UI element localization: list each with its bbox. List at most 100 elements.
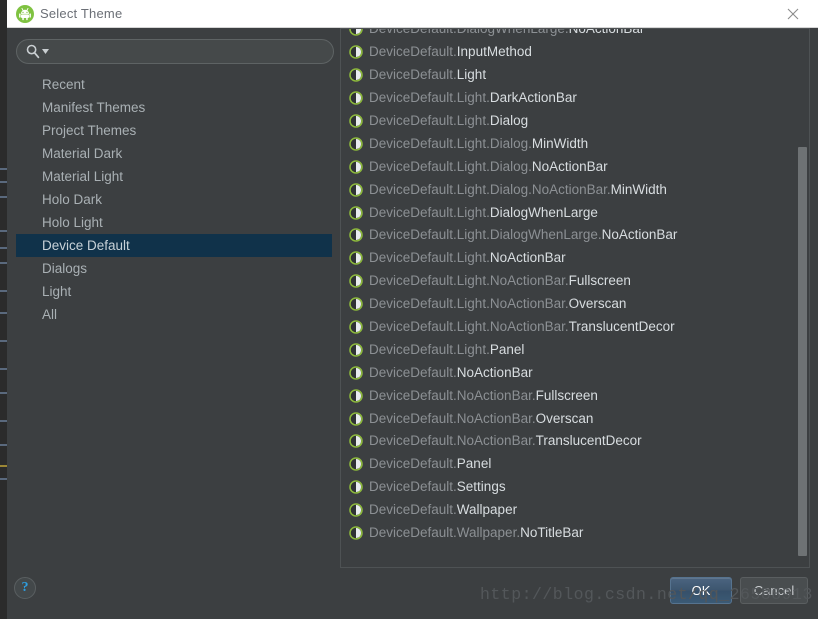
- theme-contrast-icon: [349, 434, 363, 449]
- theme-contrast-icon: [349, 137, 363, 151]
- theme-list-item[interactable]: DeviceDefault.Light.Panel: [341, 338, 797, 361]
- dialog-titlebar: Select Theme: [7, 0, 818, 28]
- theme-list-item-label: DeviceDefault.Light.Dialog.NoActionBar.M…: [369, 181, 667, 197]
- theme-list-item-label: DeviceDefault.NoActionBar: [369, 364, 533, 380]
- theme-list-item-label: DeviceDefault.Light.Dialog: [369, 113, 529, 128]
- theme-contrast-icon: [349, 114, 363, 128]
- theme-contrast-icon: [349, 526, 363, 540]
- theme-contrast-icon: [349, 388, 363, 403]
- theme-list-item[interactable]: DeviceDefault.Light.DialogWhenLarge: [341, 201, 797, 224]
- theme-list-item[interactable]: DeviceDefault.NoActionBar: [341, 361, 797, 384]
- theme-list-item-label: DeviceDefault.Wallpaper.NoTitleBar: [369, 525, 584, 541]
- theme-list-item[interactable]: DeviceDefault.NoActionBar.Fullscreen: [341, 384, 797, 407]
- theme-contrast-icon: [349, 68, 363, 83]
- theme-list-item-label: DeviceDefault.Light.Dialog.MinWidth: [369, 135, 589, 151]
- sidebar-item-manifest-themes[interactable]: Manifest Themes: [16, 96, 332, 119]
- dialog-body: Recent Manifest Themes Project Themes Mater…: [7, 28, 818, 619]
- sidebar-item-all[interactable]: All: [16, 303, 332, 326]
- cancel-button[interactable]: Cancel: [740, 577, 808, 604]
- theme-list-item-label: DeviceDefault.Settings: [369, 479, 506, 495]
- theme-list-item-label: DeviceDefault.Light.Dialog.NoActionBar: [369, 158, 608, 174]
- theme-list-item[interactable]: DeviceDefault.Wallpaper: [341, 499, 797, 522]
- theme-list-item[interactable]: DeviceDefault.NoActionBar.TranslucentDec…: [341, 430, 797, 453]
- theme-contrast-icon: [349, 320, 363, 334]
- theme-contrast-icon: [349, 457, 363, 472]
- theme-contrast-icon: [349, 365, 363, 380]
- theme-list-item[interactable]: DeviceDefault.DialogWhenLarge.NoActionBa…: [341, 28, 797, 41]
- theme-list-item-label: DeviceDefault.Light.DialogWhenLarge: [369, 204, 598, 220]
- theme-contrast-icon: [349, 480, 363, 495]
- theme-list-item-label: DeviceDefault.Light.NoActionBar.Fullscre…: [369, 273, 631, 289]
- background-editor-sliver: [0, 0, 7, 619]
- theme-contrast-icon: [349, 343, 363, 357]
- caret-down-icon: [42, 49, 49, 54]
- search-icon-group[interactable]: [26, 44, 49, 59]
- theme-list-scrollbar-track[interactable]: [796, 29, 809, 567]
- theme-contrast-icon: [349, 182, 363, 197]
- sidebar-item-recent[interactable]: Recent: [16, 73, 332, 96]
- theme-list-item-label: DeviceDefault.NoActionBar.Fullscreen: [369, 387, 598, 403]
- theme-contrast-icon: [349, 251, 363, 266]
- theme-list-item-label: DeviceDefault.Light: [369, 67, 487, 83]
- theme-list-item-label: DeviceDefault.Light.Panel: [369, 341, 525, 357]
- theme-contrast-icon: [349, 205, 363, 220]
- theme-list-item-label: DeviceDefault.Panel: [369, 456, 492, 472]
- theme-contrast-icon: [349, 411, 363, 426]
- theme-contrast-icon: [349, 274, 363, 289]
- dialog-footer: ? OK Cancel: [7, 568, 818, 619]
- sidebar-item-dialogs[interactable]: Dialogs: [16, 257, 332, 280]
- theme-contrast-icon: [349, 228, 363, 243]
- theme-list-scrollbar-thumb[interactable]: [798, 147, 807, 557]
- theme-list-item-label: DeviceDefault.DialogWhenLarge.NoActionBa…: [369, 28, 645, 37]
- close-button[interactable]: [776, 0, 810, 27]
- search-icon: [26, 44, 40, 59]
- sidebar-item-material-dark[interactable]: Material Dark: [16, 142, 332, 165]
- sidebar-item-holo-light[interactable]: Holo Light: [16, 211, 332, 234]
- theme-list-item-label: DeviceDefault.Light.NoActionBar.Transluc…: [369, 319, 675, 335]
- theme-contrast-icon: [349, 91, 363, 105]
- theme-list-item[interactable]: DeviceDefault.Settings: [341, 476, 797, 499]
- theme-list-item[interactable]: DeviceDefault.InputMethod: [341, 41, 797, 64]
- android-studio-icon: [16, 5, 34, 23]
- theme-list-item-label: DeviceDefault.Wallpaper: [369, 502, 518, 518]
- window-title: Select Theme: [40, 6, 123, 21]
- theme-list-panel[interactable]: DeviceDefault.DialogWhenLarge.NoActionBa…: [340, 28, 810, 568]
- theme-list-item[interactable]: DeviceDefault.Light.Dialog: [341, 110, 797, 133]
- sidebar-item-material-light[interactable]: Material Light: [16, 165, 332, 188]
- theme-list-item[interactable]: DeviceDefault.Panel: [341, 453, 797, 476]
- theme-list-item[interactable]: DeviceDefault.Light.NoActionBar.Fullscre…: [341, 270, 797, 293]
- help-button[interactable]: ?: [14, 577, 36, 599]
- theme-list-item[interactable]: DeviceDefault.Light.DarkActionBar: [341, 87, 797, 110]
- theme-list-item-label: DeviceDefault.Light.DarkActionBar: [369, 90, 577, 106]
- theme-list-items: DeviceDefault.DialogWhenLarge.NoActionBa…: [341, 28, 797, 545]
- theme-list-item[interactable]: DeviceDefault.Light.DialogWhenLarge.NoAc…: [341, 224, 797, 247]
- theme-contrast-icon: [349, 159, 363, 174]
- theme-contrast-icon: [349, 45, 363, 60]
- theme-list-item[interactable]: DeviceDefault.Light.Dialog.MinWidth: [341, 132, 797, 155]
- theme-list-item[interactable]: DeviceDefault.Wallpaper.NoTitleBar: [341, 522, 797, 545]
- select-theme-dialog-screen: Select Theme Recent Manifest Themes Proj…: [0, 0, 818, 619]
- theme-list-item[interactable]: DeviceDefault.Light: [341, 64, 797, 87]
- theme-list-item-label: DeviceDefault.InputMethod: [369, 44, 532, 60]
- theme-list-item[interactable]: DeviceDefault.NoActionBar.Overscan: [341, 407, 797, 430]
- theme-list-item[interactable]: DeviceDefault.Light.NoActionBar.Transluc…: [341, 316, 797, 339]
- sidebar-item-holo-dark[interactable]: Holo Dark: [16, 188, 332, 211]
- theme-contrast-icon: [349, 29, 363, 37]
- theme-list-item[interactable]: DeviceDefault.Light.NoActionBar.Overscan: [341, 293, 797, 316]
- theme-list-item[interactable]: DeviceDefault.Light.Dialog.NoActionBar.M…: [341, 178, 797, 201]
- theme-category-list[interactable]: Recent Manifest Themes Project Themes Mater…: [16, 73, 332, 583]
- search-input[interactable]: [51, 40, 327, 63]
- theme-list-item[interactable]: DeviceDefault.Light.NoActionBar: [341, 247, 797, 270]
- theme-list-item-label: DeviceDefault.Light.DialogWhenLarge.NoAc…: [369, 227, 678, 243]
- sidebar-item-project-themes[interactable]: Project Themes: [16, 119, 332, 142]
- theme-list-item[interactable]: DeviceDefault.Light.Dialog.NoActionBar: [341, 155, 797, 178]
- sidebar-item-device-default[interactable]: Device Default: [16, 234, 332, 257]
- search-field[interactable]: [16, 39, 334, 64]
- theme-list-item-label: DeviceDefault.Light.NoActionBar: [369, 250, 566, 266]
- dialog-window: Select Theme Recent Manifest Themes Proj…: [7, 0, 818, 619]
- theme-contrast-icon: [349, 503, 363, 517]
- close-icon: [787, 8, 799, 19]
- ok-button[interactable]: OK: [670, 577, 732, 604]
- sidebar-item-light[interactable]: Light: [16, 280, 332, 303]
- theme-list-item-label: DeviceDefault.Light.NoActionBar.Overscan: [369, 296, 627, 312]
